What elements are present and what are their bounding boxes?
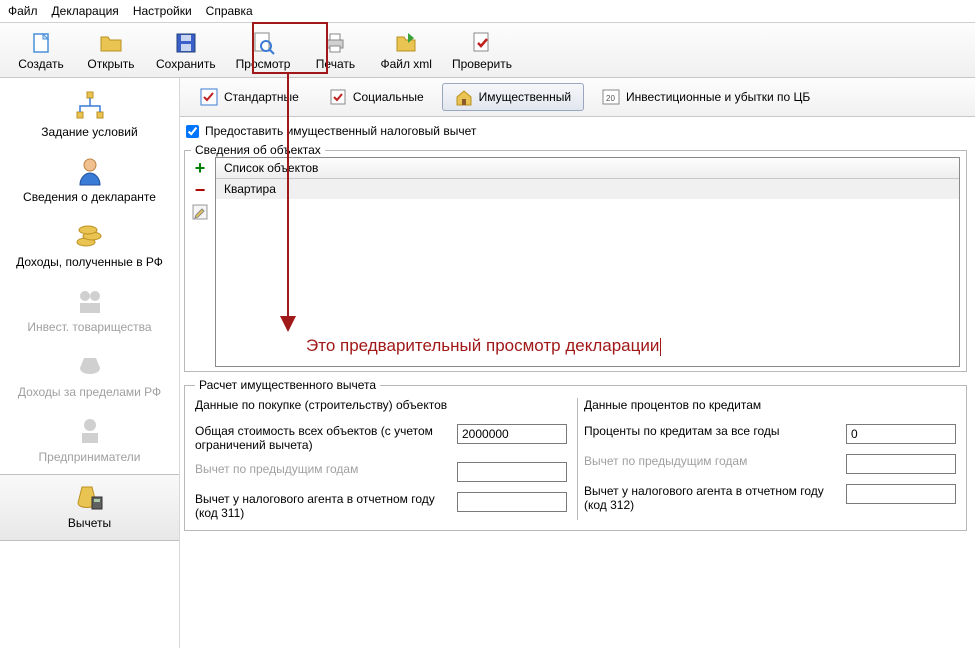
menu-settings[interactable]: Настройки [133, 4, 192, 18]
main-panel: Стандартные Социальные Имущественный 20 … [180, 78, 975, 648]
add-object-button[interactable]: + [191, 159, 209, 177]
money-bag-icon [74, 350, 106, 382]
total-cost-input[interactable] [457, 424, 567, 444]
sidebar-item-declarant[interactable]: Сведения о декларанте [0, 149, 179, 214]
menu-declaration[interactable]: Декларация [52, 4, 119, 18]
sidebar-conditions-label: Задание условий [41, 125, 137, 139]
tab-invest-cb-label: Инвестиционные и убытки по ЦБ [626, 90, 810, 104]
sidebar-item-deductions[interactable]: Вычеты [0, 474, 179, 541]
checkbox-icon [329, 88, 347, 106]
sidebar-item-invest: Инвест. товарищества [0, 279, 179, 344]
filexml-button[interactable]: Файл xml [374, 29, 438, 73]
deductions-icon [74, 481, 106, 513]
svg-text:20: 20 [606, 94, 615, 103]
menu-file[interactable]: Файл [8, 4, 38, 18]
filexml-label: Файл xml [380, 57, 432, 71]
prev-years-right-label: Вычет по предыдущим годам [584, 454, 836, 468]
tab-standard[interactable]: Стандартные [188, 84, 311, 110]
open-folder-icon [99, 31, 123, 55]
objects-list-header: Список объектов [216, 158, 959, 179]
print-label: Печать [316, 57, 355, 71]
new-file-icon [29, 31, 53, 55]
objects-fieldset: Сведения об объектах + − Список объектов… [184, 143, 967, 372]
tab-property-label: Имущественный [479, 90, 571, 104]
toolbar: Создать Открыть Сохранить Просмотр Печат… [0, 23, 975, 78]
check-button[interactable]: Проверить [446, 29, 518, 73]
open-label: Открыть [87, 57, 134, 71]
prev-years-left-label: Вычет по предыдущим годам [195, 462, 447, 476]
agent-312-input[interactable] [846, 484, 956, 504]
agent-311-input[interactable] [457, 492, 567, 512]
objects-list[interactable]: Список объектов Квартира Это предварител… [215, 157, 960, 367]
calendar-icon: 20 [602, 88, 620, 106]
calculation-fieldset: Расчет имущественного вычета Данные по п… [184, 378, 967, 531]
menubar: Файл Декларация Настройки Справка [0, 0, 975, 23]
objects-legend: Сведения об объектах [191, 143, 325, 157]
edit-object-button[interactable] [191, 203, 209, 221]
prev-years-right-input[interactable] [846, 454, 956, 474]
create-label: Создать [18, 57, 64, 71]
check-label: Проверить [452, 57, 512, 71]
sidebar-item-income-abroad: Доходы за пределами РФ [0, 344, 179, 409]
sidebar-item-conditions[interactable]: Задание условий [0, 84, 179, 149]
preview-label: Просмотр [236, 57, 291, 71]
provide-deduction-checkbox[interactable] [186, 125, 199, 138]
business-icon [74, 415, 106, 447]
coins-icon [74, 220, 106, 252]
preview-button[interactable]: Просмотр [230, 29, 297, 73]
sidebar-income-abroad-label: Доходы за пределами РФ [18, 385, 161, 399]
save-button[interactable]: Сохранить [150, 29, 222, 73]
menu-help[interactable]: Справка [206, 4, 253, 18]
sidebar-income-rf-label: Доходы, полученные в РФ [16, 255, 163, 269]
agent-311-label: Вычет у налогового агента в отчетном год… [195, 492, 447, 520]
deduction-tabbar: Стандартные Социальные Имущественный 20 … [180, 78, 975, 117]
sidebar-item-income-rf[interactable]: Доходы, полученные в РФ [0, 214, 179, 279]
sidebar: Задание условий Сведения о декларанте До… [0, 78, 180, 648]
tab-standard-label: Стандартные [224, 90, 299, 104]
sidebar-entrepreneurs-label: Предприниматели [39, 450, 141, 464]
annotation-text: Это предварительный просмотр декларации [306, 336, 959, 356]
interest-label: Проценты по кредитам за все годы [584, 424, 836, 438]
save-label: Сохранить [156, 57, 216, 71]
check-icon [470, 31, 494, 55]
interest-input[interactable] [846, 424, 956, 444]
preview-icon [251, 31, 275, 55]
tab-property[interactable]: Имущественный [442, 83, 584, 111]
remove-object-button[interactable]: − [191, 181, 209, 199]
partnership-icon [74, 285, 106, 317]
checklist-icon [200, 88, 218, 106]
sidebar-declarant-label: Сведения о декларанте [23, 190, 156, 204]
print-button[interactable]: Печать [304, 29, 366, 73]
tree-icon [74, 90, 106, 122]
person-icon [74, 155, 106, 187]
calc-left-title: Данные по покупке (строительству) объект… [195, 398, 567, 412]
xml-export-icon [394, 31, 418, 55]
printer-icon [323, 31, 347, 55]
total-cost-label: Общая стоимость всех объектов (с учетом … [195, 424, 447, 452]
sidebar-item-entrepreneurs: Предприниматели [0, 409, 179, 474]
list-item[interactable]: Квартира [216, 179, 959, 199]
agent-312-label: Вычет у налогового агента в отчетном год… [584, 484, 836, 512]
floppy-icon [174, 31, 198, 55]
edit-icon [192, 204, 208, 220]
tab-invest-cb[interactable]: 20 Инвестиционные и убытки по ЦБ [590, 84, 822, 110]
house-icon [455, 88, 473, 106]
prev-years-left-input[interactable] [457, 462, 567, 482]
create-button[interactable]: Создать [10, 29, 72, 73]
sidebar-invest-label: Инвест. товарищества [27, 320, 151, 334]
sidebar-deductions-label: Вычеты [68, 516, 111, 530]
open-button[interactable]: Открыть [80, 29, 142, 73]
tab-social-label: Социальные [353, 90, 424, 104]
provide-deduction-label: Предоставить имущественный налоговый выч… [205, 124, 476, 138]
calc-legend: Расчет имущественного вычета [195, 378, 380, 392]
tab-social[interactable]: Социальные [317, 84, 436, 110]
calc-right-title: Данные процентов по кредитам [584, 398, 956, 412]
